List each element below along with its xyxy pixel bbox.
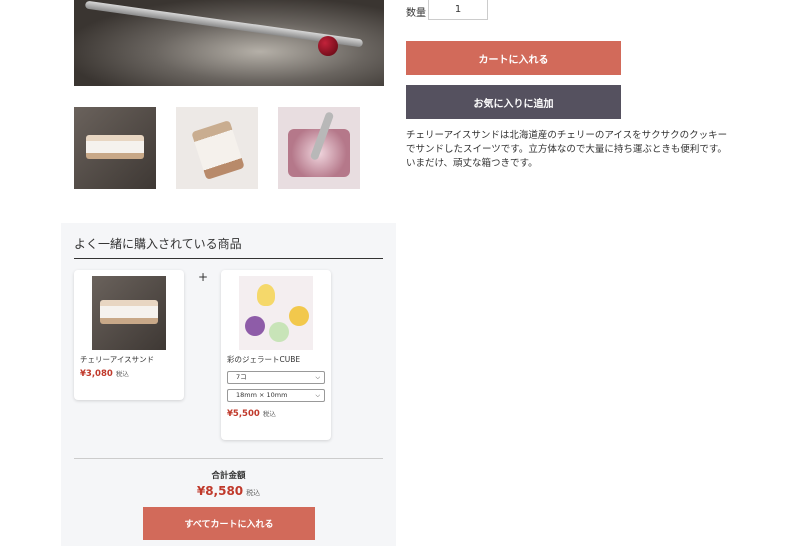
ice-sandwich-image bbox=[191, 120, 245, 180]
bundle-item-price: ¥3,080 税込 bbox=[80, 368, 129, 379]
thumbnail-1[interactable] bbox=[74, 107, 156, 189]
select-value: 18mm × 10mm bbox=[236, 391, 288, 399]
total-price: ¥8,580 税込 bbox=[61, 484, 396, 498]
thumbnail-3[interactable] bbox=[278, 107, 360, 189]
quantity-input[interactable]: 1 bbox=[428, 0, 488, 20]
add-to-favorites-button[interactable]: お気に入りに追加 bbox=[406, 85, 621, 119]
bundle-item-image bbox=[239, 276, 313, 350]
chevron-down-icon: ⌵ bbox=[315, 374, 320, 381]
gelato-cup-image bbox=[269, 322, 289, 342]
total-price-value: ¥8,580 bbox=[196, 484, 244, 498]
description-line-1: チェリーアイスサンドは北海道産のチェリーのアイスをサクサクのクッキーでサンドした… bbox=[406, 130, 728, 155]
price-value: ¥5,500 bbox=[227, 409, 260, 419]
add-all-to-cart-button[interactable]: すべてカートに入れる bbox=[143, 507, 315, 540]
select-value: 7コ bbox=[236, 373, 247, 381]
quantity-label: 数量 bbox=[406, 8, 426, 19]
price-value: ¥3,080 bbox=[80, 369, 113, 379]
frequently-bought-together-panel: よく一緒に購入されている商品 チェリーアイスサンド ¥3,080 税込 + 彩のジ… bbox=[61, 223, 396, 546]
tax-label: 税込 bbox=[246, 489, 261, 497]
tax-label: 税込 bbox=[262, 410, 276, 418]
bundle-item-name: チェリーアイスサンド bbox=[80, 355, 155, 364]
bundle-item-name: 彩のジェラートCUBE bbox=[227, 355, 301, 364]
description-line-2: いまだけ、頑丈な箱つきです。 bbox=[406, 158, 538, 169]
gelato-cup-image bbox=[245, 316, 265, 336]
cherry-decoration bbox=[318, 36, 338, 56]
bundle-item-image bbox=[92, 276, 166, 350]
total-label: 合計金額 bbox=[211, 471, 246, 481]
count-select[interactable]: 7コ ⌵ bbox=[227, 371, 325, 384]
ice-sandwich-image bbox=[86, 135, 144, 159]
lemon-image bbox=[257, 284, 275, 306]
tax-label: 税込 bbox=[115, 370, 129, 378]
divider bbox=[74, 458, 383, 459]
ice-sandwich-image bbox=[100, 300, 158, 324]
gelato-cup-image bbox=[289, 306, 309, 326]
bundle-item-price: ¥5,500 税込 bbox=[227, 408, 276, 419]
main-product-image bbox=[74, 0, 384, 86]
add-to-cart-button[interactable]: カートに入れる bbox=[406, 41, 621, 75]
chevron-down-icon: ⌵ bbox=[315, 392, 320, 399]
bundle-item-card[interactable]: チェリーアイスサンド ¥3,080 税込 bbox=[74, 270, 184, 400]
plus-icon: + bbox=[198, 270, 209, 284]
size-select[interactable]: 18mm × 10mm ⌵ bbox=[227, 389, 325, 402]
bundle-item-card[interactable]: 彩のジェラートCUBE 7コ ⌵ 18mm × 10mm ⌵ ¥5,500 税込 bbox=[221, 270, 331, 440]
product-description: チェリーアイスサンドは北海道産のチェリーのアイスをサクサクのクッキーでサンドした… bbox=[406, 129, 736, 171]
panel-title: よく一緒に購入されている商品 bbox=[74, 235, 383, 259]
thumbnail-2[interactable] bbox=[176, 107, 258, 189]
